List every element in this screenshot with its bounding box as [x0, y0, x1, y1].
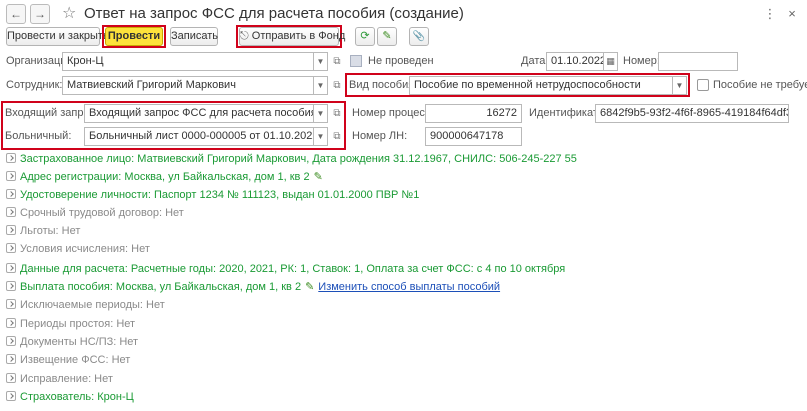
attach-icon[interactable]: 📎: [409, 27, 429, 46]
section-registration-address[interactable]: Адрес регистрации: Москва, ул Байкальска…: [6, 169, 323, 185]
identifier-field[interactable]: 6842f9b5-93f2-4f6f-8965-419184f64df3: [595, 104, 789, 123]
section-label: Извещение ФСС: Нет: [20, 354, 131, 366]
star-icon[interactable]: ☆: [62, 4, 76, 24]
employee-label: Сотрудник:: [6, 79, 63, 91]
post-and-close-button[interactable]: Провести и закрыть: [6, 27, 109, 46]
send-icon: ⎋: [240, 30, 252, 42]
request-open-icon[interactable]: ⧉: [330, 104, 344, 123]
employee-dropdown-icon[interactable]: ▼: [314, 76, 328, 95]
date-label: Дата:: [521, 55, 549, 67]
section-payment[interactable]: Выплата пособия: Москва, ул Байкальская,…: [6, 279, 500, 295]
sickleave-field[interactable]: Больничный лист 0000-000005 от 01.10.202…: [84, 127, 314, 146]
section-label: Выплата пособия: Москва, ул Байкальская,…: [20, 281, 302, 293]
chevron-right-icon: [6, 153, 16, 163]
benefit-not-required-checkbox[interactable]: [697, 79, 709, 91]
section-excluded-periods[interactable]: Исключаемые периоды: Нет: [6, 297, 165, 313]
chevron-right-icon: [6, 263, 16, 273]
doc-status-icon: [350, 55, 362, 67]
edit-icon[interactable]: ✎: [377, 27, 397, 46]
send-label: Отправить в Фонд: [251, 30, 346, 42]
chevron-right-icon: [6, 243, 16, 253]
section-label: Периоды простоя: Нет: [20, 318, 136, 330]
benefit-not-required-label: Пособие не требуется: [713, 79, 807, 91]
sickleave-label: Больничный:: [5, 130, 72, 142]
section-label: Страхователь: Крон-Ц: [20, 391, 134, 403]
chevron-right-icon: [6, 207, 16, 217]
chevron-right-icon: [6, 391, 16, 401]
section-insurer[interactable]: Страхователь: Крон-Ц: [6, 389, 134, 405]
post-button[interactable]: Провести: [105, 27, 163, 46]
section-ns-pz-documents[interactable]: Документы НС/ПЗ: Нет: [6, 334, 138, 350]
number-label: Номер:: [623, 55, 660, 67]
section-label: Документы НС/ПЗ: Нет: [20, 336, 139, 348]
more-icon[interactable]: ⋮: [762, 4, 778, 24]
section-calc-conditions[interactable]: Условия исчисления: Нет: [6, 241, 150, 257]
section-downtime-periods[interactable]: Периоды простоя: Нет: [6, 316, 135, 332]
chevron-right-icon: [6, 225, 16, 235]
date-field[interactable]: 01.10.2022: [546, 52, 604, 71]
section-calc-data[interactable]: Данные для расчета: Расчетные годы: 2020…: [6, 261, 565, 277]
section-label: Застрахованное лицо: Матвиевский Григори…: [20, 153, 577, 165]
benefit-label: Вид пособия:: [349, 79, 418, 91]
ln-field[interactable]: 900000647178: [425, 127, 522, 146]
org-field[interactable]: Крон-Ц: [62, 52, 314, 71]
section-fss-notice[interactable]: Извещение ФСС: Нет: [6, 352, 130, 368]
chevron-right-icon: [6, 318, 16, 328]
employee-field[interactable]: Матвиевский Григорий Маркович: [62, 76, 314, 95]
chevron-right-icon: [6, 171, 16, 181]
section-label: Адрес регистрации: Москва, ул Байкальска…: [20, 171, 310, 183]
page-title: Ответ на запрос ФСС для расчета пособия …: [84, 5, 464, 22]
section-label: Удостоверение личности: Паспорт 1234 № 1…: [20, 189, 420, 201]
section-label: Льготы: Нет: [20, 225, 81, 237]
close-icon[interactable]: ×: [784, 4, 800, 24]
benefit-field[interactable]: Пособие по временной нетрудоспособности: [409, 76, 673, 95]
refresh-icon[interactable]: ⟳: [355, 27, 375, 46]
chevron-right-icon: [6, 373, 16, 383]
section-label: Срочный трудовой договор: Нет: [20, 207, 184, 219]
section-label: Данные для расчета: Расчетные годы: 2020…: [20, 263, 566, 275]
status-text: Не проведен: [368, 55, 434, 67]
org-dropdown-icon[interactable]: ▼: [314, 52, 328, 71]
section-label: Исправление: Нет: [20, 373, 113, 385]
section-benefits[interactable]: Льготы: Нет: [6, 223, 80, 239]
employee-open-icon[interactable]: ⧉: [330, 76, 344, 95]
section-insured-person[interactable]: Застрахованное лицо: Матвиевский Григори…: [6, 151, 577, 167]
number-field[interactable]: [658, 52, 738, 71]
org-open-icon[interactable]: ⧉: [330, 52, 344, 71]
chevron-right-icon: [6, 189, 16, 199]
sickleave-dropdown-icon[interactable]: ▼: [314, 127, 328, 146]
section-identity-document[interactable]: Удостоверение личности: Паспорт 1234 № 1…: [6, 187, 419, 203]
sickleave-open-icon[interactable]: ⧉: [330, 127, 344, 146]
request-field[interactable]: Входящий запрос ФСС для расчета пособия …: [84, 104, 314, 123]
chevron-right-icon: [6, 299, 16, 309]
chevron-right-icon: [6, 354, 16, 364]
send-to-fund-button[interactable]: ⎋ Отправить в Фонд: [239, 27, 345, 46]
forward-button[interactable]: →: [30, 4, 50, 24]
back-button[interactable]: ←: [6, 4, 26, 24]
benefit-dropdown-icon[interactable]: ▼: [673, 76, 687, 95]
section-label: Условия исчисления: Нет: [20, 243, 150, 255]
save-button[interactable]: Записать: [170, 27, 218, 46]
chevron-right-icon: [6, 336, 16, 346]
section-label: Исключаемые периоды: Нет: [20, 299, 165, 311]
change-payment-method-link[interactable]: Изменить способ выплаты пособий: [318, 281, 500, 293]
section-fixed-term-contract[interactable]: Срочный трудовой договор: Нет: [6, 205, 184, 221]
calendar-icon[interactable]: ▦: [604, 52, 618, 71]
pencil-icon[interactable]: ✎: [305, 281, 314, 293]
chevron-right-icon: [6, 281, 16, 291]
section-correction[interactable]: Исправление: Нет: [6, 371, 113, 387]
ln-label: Номер ЛН:: [352, 130, 408, 142]
pencil-icon[interactable]: ✎: [314, 171, 323, 183]
process-field[interactable]: 16272: [425, 104, 522, 123]
request-dropdown-icon[interactable]: ▼: [314, 104, 328, 123]
